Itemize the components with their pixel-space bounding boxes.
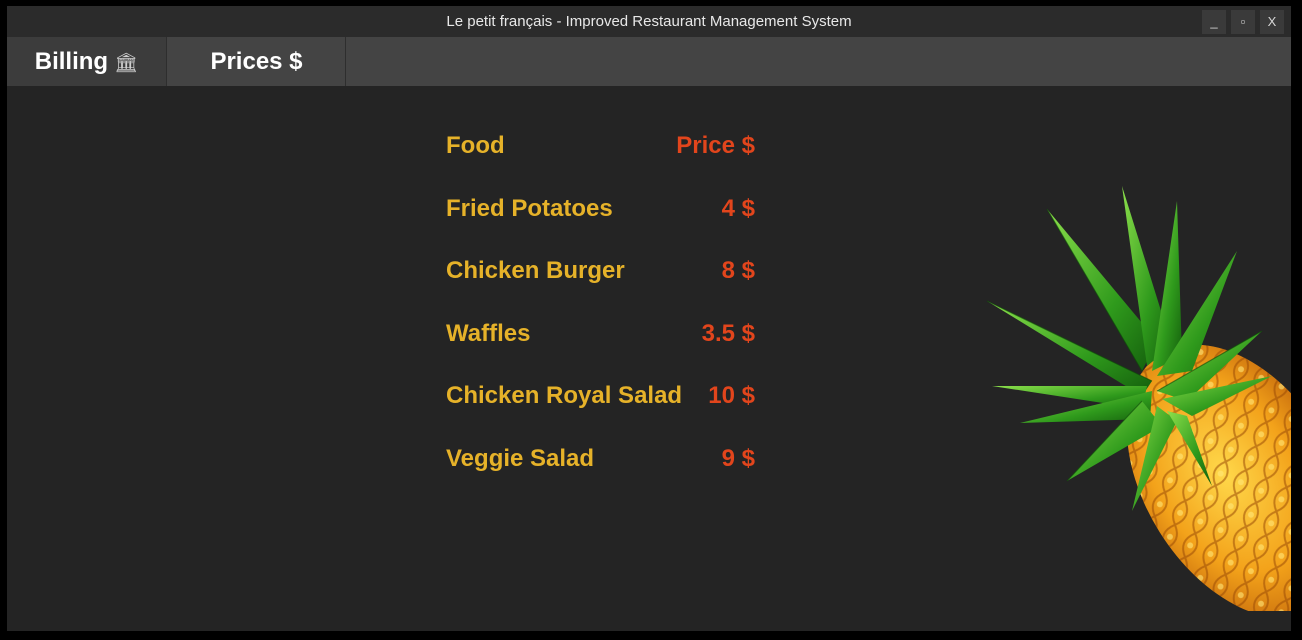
menu-item-row: Veggie Salad 9 $ [446, 445, 766, 481]
food-price: 10 $ [708, 382, 755, 409]
minimize-button[interactable]: _ [1202, 10, 1226, 34]
tab-bar: Billing 🏛 Prices $ [7, 37, 1291, 86]
food-price: 8 $ [721, 257, 755, 284]
food-column-header: Food [446, 132, 505, 159]
tab-billing[interactable]: Billing 🏛 [7, 37, 167, 86]
pineapple-image [986, 186, 1291, 611]
tab-prices[interactable]: Prices $ [168, 37, 346, 86]
food-price: 4 $ [721, 195, 755, 222]
maximize-button[interactable]: ▫ [1231, 10, 1255, 34]
food-name: Fried Potatoes [446, 195, 613, 222]
tab-billing-label: Billing [34, 48, 109, 75]
menu-item-row: Waffles 3.5 $ [446, 320, 766, 356]
food-price: 3.5 $ [701, 320, 755, 347]
close-button[interactable]: X [1260, 10, 1284, 34]
price-list-header: Food Price $ [446, 132, 766, 168]
menu-item-row: Chicken Burger 8 $ [446, 257, 766, 293]
menu-item-row: Chicken Royal Salad 10 $ [446, 382, 766, 418]
food-name: Waffles [446, 320, 531, 347]
menu-item-row: Fried Potatoes 4 $ [446, 195, 766, 231]
title-bar: Le petit français - Improved Restaurant … [7, 6, 1291, 37]
food-name: Chicken Burger [446, 257, 625, 284]
food-name: Chicken Royal Salad [446, 382, 683, 409]
tab-prices-label: Prices $ [210, 48, 303, 75]
app-window: Le petit français - Improved Restaurant … [7, 6, 1291, 631]
food-price: 9 $ [721, 445, 755, 472]
bank-icon: 🏛 [114, 53, 139, 74]
food-name: Veggie Salad [446, 445, 595, 472]
price-column-header: Price $ [676, 132, 755, 159]
window-title: Le petit français - Improved Restaurant … [446, 13, 852, 30]
